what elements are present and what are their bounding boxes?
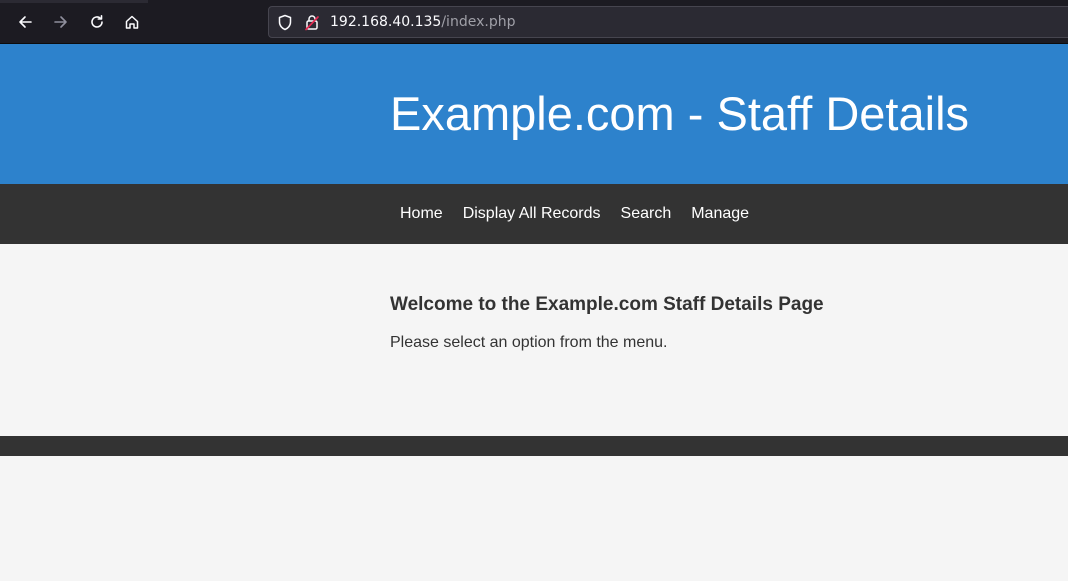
reload-icon bbox=[91, 15, 103, 28]
url-path: /index.php bbox=[441, 14, 516, 30]
nav-link-manage[interactable]: Manage bbox=[681, 205, 759, 223]
nav-item: Display All Records bbox=[453, 205, 611, 223]
home-icon bbox=[125, 15, 139, 29]
main-nav: Home Display All Records Search Manage bbox=[0, 184, 1068, 244]
address-bar[interactable]: 192.168.40.135/index.php bbox=[268, 6, 1068, 38]
url-host: 192.168.40.135 bbox=[330, 14, 442, 30]
nav-link-search[interactable]: Search bbox=[611, 205, 682, 223]
nav-link-display-all-records[interactable]: Display All Records bbox=[453, 205, 611, 223]
home-button[interactable] bbox=[117, 7, 147, 37]
welcome-text: Please select an option from the menu. bbox=[390, 334, 668, 351]
site-header: Example.com - Staff Details bbox=[0, 44, 1068, 184]
nav-item: Manage bbox=[681, 205, 759, 223]
browser-toolbar: 192.168.40.135/index.php bbox=[0, 0, 1068, 44]
nav-item: Search bbox=[611, 205, 682, 223]
welcome-heading: Welcome to the Example.com Staff Details… bbox=[390, 294, 824, 315]
nav-link-home[interactable]: Home bbox=[390, 205, 453, 223]
forward-arrow-icon bbox=[54, 16, 67, 28]
tab-strip-edge bbox=[0, 0, 148, 3]
shield-icon[interactable] bbox=[277, 14, 293, 31]
page-background bbox=[0, 456, 1068, 581]
main-content: Welcome to the Example.com Staff Details… bbox=[0, 244, 1068, 436]
back-arrow-icon bbox=[19, 16, 32, 28]
nav-item: Home bbox=[390, 205, 453, 223]
site-footer bbox=[0, 436, 1068, 456]
insecure-lock-icon[interactable] bbox=[304, 14, 320, 31]
nav-links: Home Display All Records Search Manage bbox=[390, 184, 759, 244]
reload-button[interactable] bbox=[82, 7, 112, 37]
back-button[interactable] bbox=[10, 7, 40, 37]
url-text[interactable]: 192.168.40.135/index.php bbox=[330, 14, 515, 31]
page-title: Example.com - Staff Details bbox=[390, 87, 970, 140]
forward-button[interactable] bbox=[46, 7, 76, 37]
